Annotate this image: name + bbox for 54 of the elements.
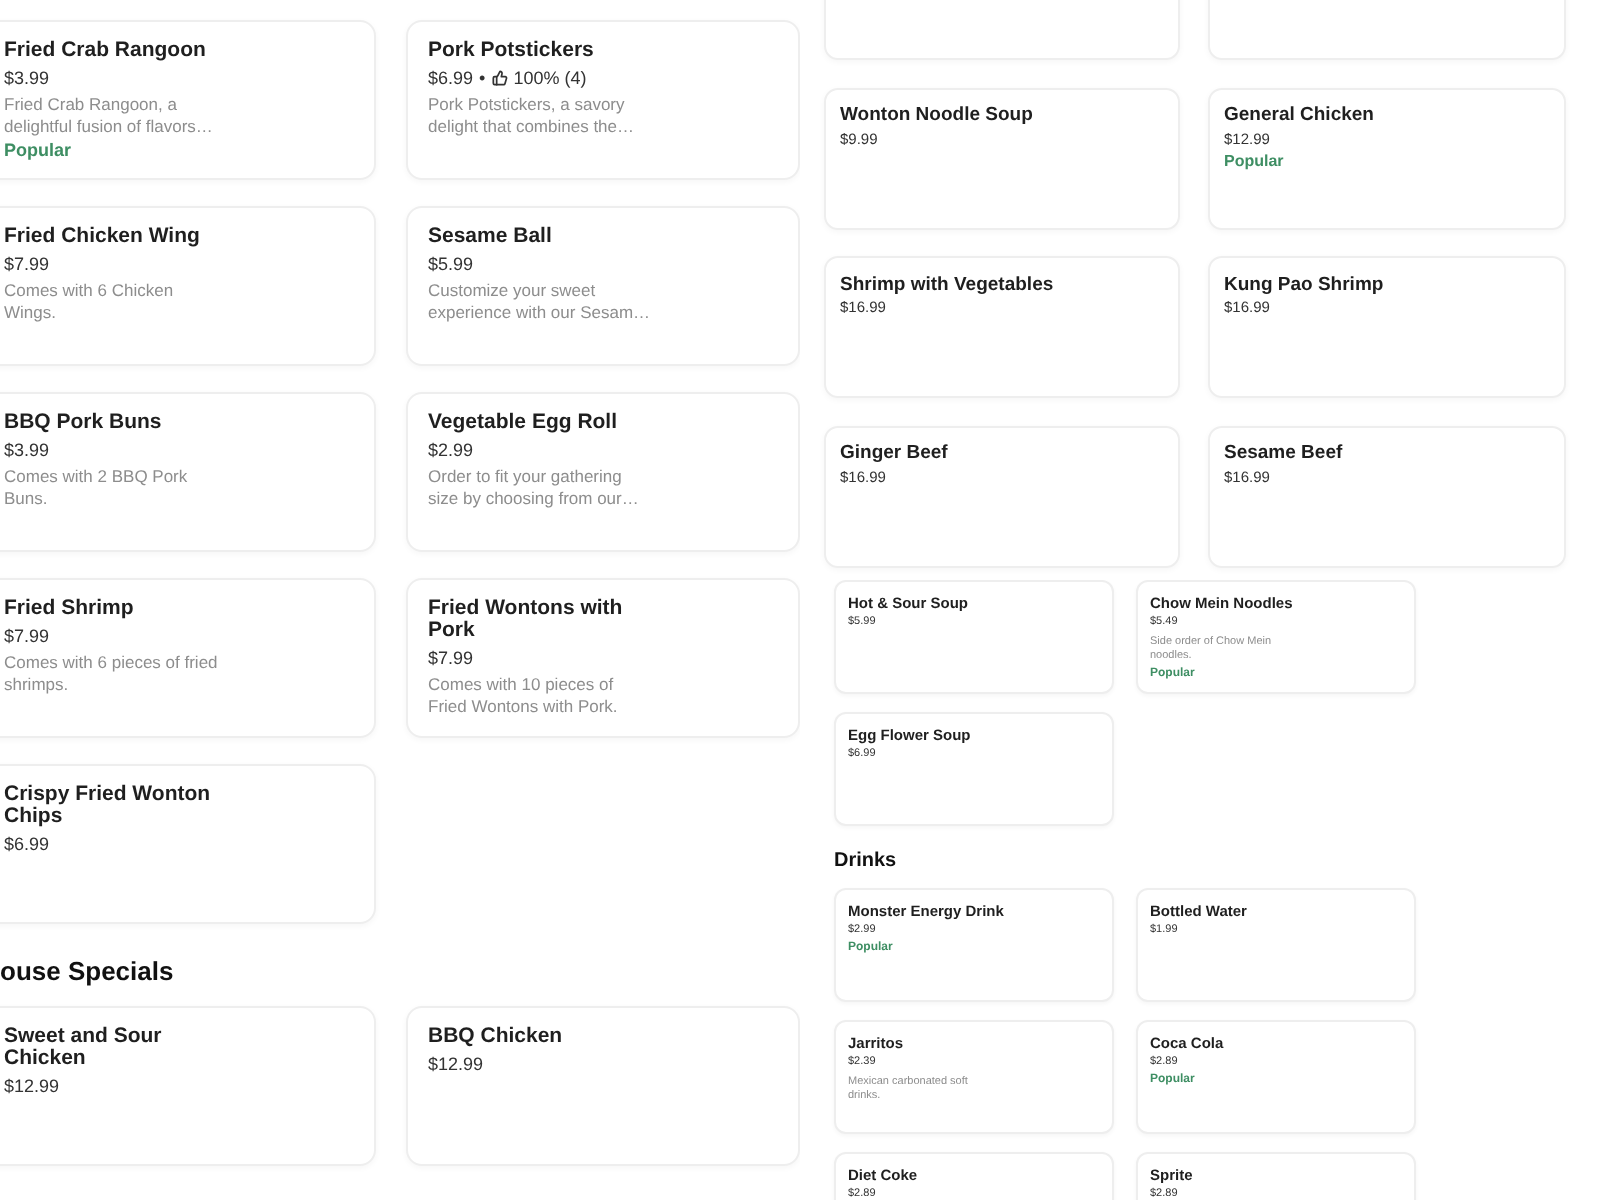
item-price: $12.99 bbox=[428, 1053, 484, 1075]
section-heading: Drinks bbox=[834, 850, 897, 874]
item-price: $2.99 bbox=[428, 439, 474, 461]
item-description: Customize your sweet experience with our Sesam… bbox=[428, 279, 652, 323]
item-name: Fried Crab Rangoon bbox=[4, 40, 206, 62]
item-name: General Chicken bbox=[1224, 104, 1374, 126]
item-name: Crispy Fried Wonton Chips bbox=[4, 784, 213, 828]
item-name: BBQ Chicken bbox=[428, 1026, 563, 1048]
menu-item-card[interactable]: Sweet and Sour Chicken $12.99 bbox=[0, 1006, 376, 1166]
item-price: $7.99 bbox=[4, 253, 50, 275]
rating-text: 100% (4) bbox=[513, 67, 587, 89]
item-name: Sesame Beef bbox=[1224, 442, 1343, 464]
item-description: Comes with 10 pieces of Fried Wontons with Pork. bbox=[428, 673, 620, 717]
item-description: Comes with 2 BBQ Pork Buns. bbox=[4, 465, 190, 509]
menu-item-card[interactable]: Pork Potstickers $6.99 • 100% (4) Pork Potstickers, a savory delight that combines the… bbox=[406, 20, 800, 180]
menu-item-card[interactable]: Fried Shrimp $7.99 Comes with 6 pieces of fried shrimps. bbox=[0, 578, 376, 738]
section-heading: ouse Specials bbox=[0, 956, 174, 988]
item-name: Fried Chicken Wing bbox=[4, 226, 200, 248]
item-name: Shrimp with Vegetables bbox=[840, 273, 1054, 295]
item-description: Comes with 6 Chicken Wings. bbox=[4, 279, 176, 323]
item-name: Vegetable Egg Roll bbox=[428, 412, 618, 434]
item-description: Fried Crab Rangoon, a delightful fusion of flavors… bbox=[4, 93, 215, 137]
menu-item-card[interactable]: Sesame Ball $5.99 Customize your sweet experience with our Sesam… bbox=[406, 206, 800, 366]
item-name: Wonton Noodle Soup bbox=[840, 104, 1033, 126]
item-name: Pork Potstickers bbox=[428, 40, 594, 62]
item-price: $7.99 bbox=[428, 647, 474, 669]
item-name: Sesame Ball bbox=[428, 226, 552, 248]
menu-item-card[interactable]: BBQ Chicken $12.99 bbox=[406, 1006, 800, 1166]
popular-label: Popular bbox=[1224, 151, 1284, 171]
item-price: $6.99 bbox=[4, 833, 50, 855]
menu-item-card[interactable]: Crispy Fried Wonton Chips $6.99 bbox=[0, 764, 376, 924]
menu-item-card[interactable]: Fried Crab Rangoon $3.99 Fried Crab Rangoon, a delightful fusion of flavors… Popular bbox=[0, 20, 376, 180]
item-price: $3.99 bbox=[4, 439, 50, 461]
item-name: Ginger Beef bbox=[840, 442, 948, 464]
thumbs-up-icon bbox=[491, 70, 508, 86]
menu-item-card[interactable]: Fried Wontons with Pork $7.99 Comes with 10 pieces of Fried Wontons with Pork. bbox=[406, 578, 800, 738]
separator-dot: • bbox=[479, 67, 486, 89]
menu-item-card[interactable]: BBQ Pork Buns $3.99 Comes with 2 BBQ Pork Buns. bbox=[0, 392, 376, 552]
item-description: Order to fit your gathering size by choosing from our… bbox=[428, 465, 641, 509]
menu-item-card[interactable]: Fried Chicken Wing $7.99 Comes with 6 Chicken Wings. bbox=[0, 206, 376, 366]
item-name: Kung Pao Shrimp bbox=[1224, 273, 1384, 295]
item-name: Fried Shrimp bbox=[4, 598, 134, 620]
menu-item-card[interactable]: Vegetable Egg Roll $2.99 Order to fit your gathering size by choosing from our… bbox=[406, 392, 800, 552]
item-price: $12.99 bbox=[4, 1075, 60, 1097]
item-price: $3.99 bbox=[4, 67, 50, 89]
item-name: Sweet and Sour Chicken bbox=[4, 1026, 164, 1070]
item-price: $7.99 bbox=[4, 625, 50, 647]
item-description: Comes with 6 pieces of fried shrimps. bbox=[4, 651, 220, 695]
item-price: $6.99 bbox=[428, 67, 474, 89]
item-description: Pork Potstickers, a savory delight that combines the… bbox=[428, 93, 637, 137]
item-price: $5.99 bbox=[428, 253, 474, 275]
popular-label: Popular bbox=[4, 139, 72, 161]
item-name: BBQ Pork Buns bbox=[4, 412, 162, 434]
item-name: Fried Wontons with Pork bbox=[428, 598, 625, 642]
